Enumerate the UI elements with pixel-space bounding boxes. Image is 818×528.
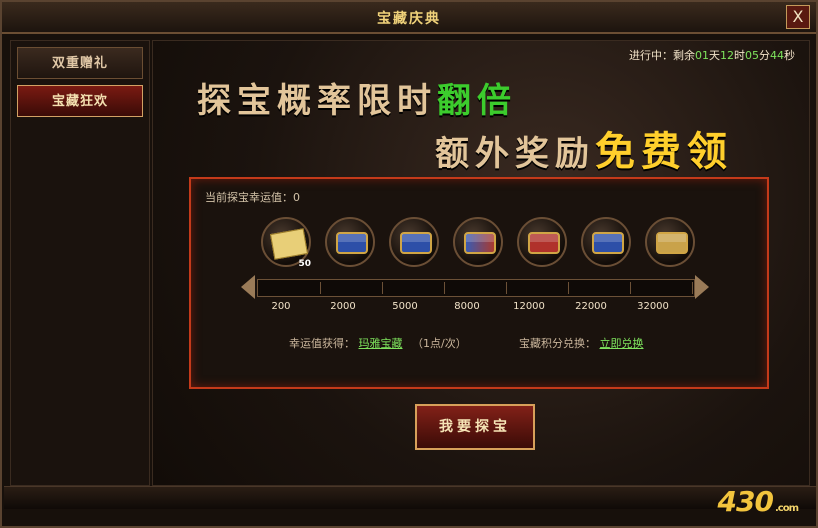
headline-line-1: 探宝概率限时翻倍 [197, 81, 517, 121]
sidebar-item-label: 双重赠礼 [51, 56, 108, 71]
main-panel: 进行中：剩余01天12时05分44秒 探宝概率限时翻倍 额外奖励免费领 当前探宝… [152, 40, 810, 486]
luck-gain-info: 幸运值获得： 玛雅宝藏 （1点/次） [289, 337, 467, 350]
reward-icons: 50 [261, 217, 761, 281]
window-title: 宝藏庆典 [377, 11, 441, 27]
treasure-chest-blue-icon[interactable] [389, 217, 439, 267]
progress-arrow-right-icon [695, 275, 709, 299]
maya-treasure-link[interactable]: 玛雅宝藏 [359, 337, 403, 350]
threshold-label: 12000 [513, 301, 545, 312]
treasure-chest-red-icon[interactable] [517, 217, 567, 267]
threshold-label: 22000 [575, 301, 607, 312]
threshold-label: 200 [271, 301, 291, 312]
exchange-now-link[interactable]: 立即兑换 [600, 337, 644, 350]
site-logo: 430 .com [717, 485, 799, 518]
threshold-label: 5000 [392, 301, 418, 312]
footer-bar [4, 486, 816, 509]
headline-line-2: 额外奖励免费领 [435, 129, 733, 175]
countdown-status: 进行中：剩余01天12时05分44秒 [629, 49, 795, 62]
reward-panel: 当前探宝幸运值：0 50 200 2000 5000 8000 12000 22… [189, 177, 769, 389]
points-exchange-info: 宝藏积分兑换： 立即兑换 [519, 337, 644, 350]
start-treasure-hunt-button[interactable]: 我要探宝 [415, 404, 535, 450]
treasure-chest-blue-gold-icon[interactable] [581, 217, 631, 267]
treasure-chest-gold-icon[interactable] [645, 217, 695, 267]
treasure-chest-silver-icon[interactable] [325, 217, 375, 267]
threshold-label: 2000 [330, 301, 356, 312]
sidebar-item-double-gift[interactable]: 双重赠礼 [17, 47, 143, 79]
sidebar: 双重赠礼 宝藏狂欢 [10, 40, 150, 486]
threshold-label: 32000 [637, 301, 669, 312]
title-bar: 宝藏庆典 X [2, 2, 816, 34]
reward-count: 50 [298, 259, 311, 269]
sidebar-item-label: 宝藏狂欢 [51, 94, 108, 109]
sidebar-item-treasure-carnival[interactable]: 宝藏狂欢 [17, 85, 143, 117]
threshold-labels: 200 2000 5000 8000 12000 22000 32000 [257, 301, 693, 317]
luck-progress-bar [257, 279, 695, 297]
map-scroll-icon[interactable]: 50 [261, 217, 311, 269]
progress-arrow-left-icon [241, 275, 255, 299]
threshold-label: 8000 [454, 301, 480, 312]
close-button[interactable]: X [786, 5, 810, 29]
treasure-chest-mixed-icon[interactable] [453, 217, 503, 267]
luck-value: 当前探宝幸运值：0 [205, 191, 300, 204]
treasure-event-window: 宝藏庆典 X 双重赠礼 宝藏狂欢 进行中：剩余01天12时05分44秒 探宝概率… [0, 0, 818, 528]
